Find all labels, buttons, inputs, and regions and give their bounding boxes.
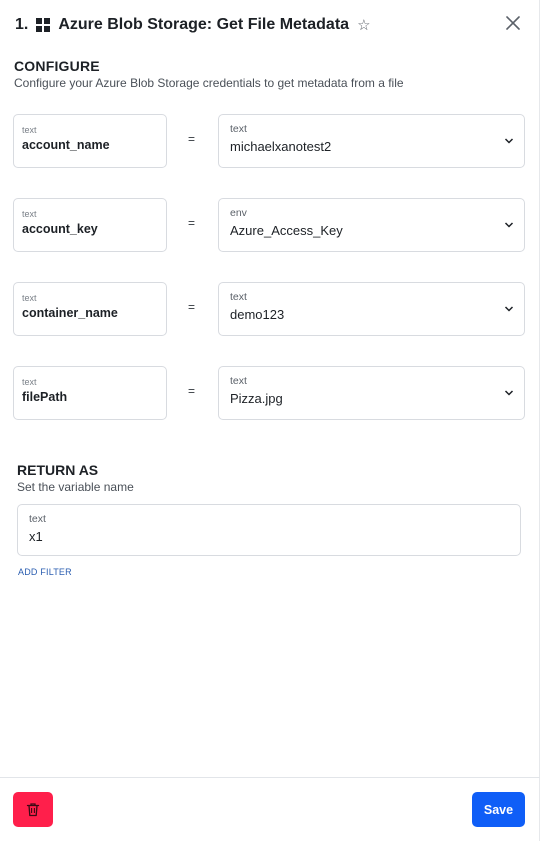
footer-divider xyxy=(0,777,540,778)
equals-operator: = xyxy=(188,384,196,398)
param-value-type: text xyxy=(230,291,247,303)
delete-button[interactable] xyxy=(13,792,53,827)
param-name-value: container_name xyxy=(22,306,118,320)
trash-icon xyxy=(26,803,40,817)
param-value-select[interactable]: text demo123 xyxy=(218,282,525,336)
function-panel: 1. Azure Blob Storage: Get File Metadata… xyxy=(0,0,540,841)
step-number: 1. xyxy=(15,16,29,33)
star-icon[interactable]: ☆ xyxy=(357,18,370,33)
chevron-down-icon[interactable] xyxy=(504,136,514,146)
save-button[interactable]: Save xyxy=(472,792,525,827)
param-value: Azure_Access_Key xyxy=(230,223,343,238)
param-name-field[interactable]: text filePath xyxy=(13,366,167,420)
param-name-type: text xyxy=(22,377,37,387)
param-row: text container_name = text demo123 xyxy=(13,282,525,336)
windows-icon xyxy=(36,18,51,32)
panel-header: 1. Azure Blob Storage: Get File Metadata… xyxy=(15,12,524,38)
param-name-value: account_key xyxy=(22,222,98,236)
param-value: demo123 xyxy=(230,307,285,322)
param-name-field[interactable]: text account_key xyxy=(13,198,167,252)
param-value-select[interactable]: text michaelxanotest2 xyxy=(218,114,525,168)
param-name-type: text xyxy=(22,125,37,135)
return-variable-value: x1 xyxy=(29,529,43,544)
return-variable-input[interactable]: text x1 xyxy=(17,504,521,556)
equals-operator: = xyxy=(188,300,196,314)
param-value-type: env xyxy=(230,207,247,219)
chevron-down-icon[interactable] xyxy=(504,304,514,314)
equals-operator: = xyxy=(188,216,196,230)
panel-title: Azure Blob Storage: Get File Metadata xyxy=(58,16,350,33)
chevron-down-icon[interactable] xyxy=(504,220,514,230)
param-value: michaelxanotest2 xyxy=(230,139,332,154)
param-name-field[interactable]: text account_name xyxy=(13,114,167,168)
configure-heading: CONFIGURE xyxy=(14,58,100,74)
param-name-value: account_name xyxy=(22,138,110,152)
param-name-type: text xyxy=(22,293,37,303)
param-name-type: text xyxy=(22,209,37,219)
param-row: text account_key = env Azure_Access_Key xyxy=(13,198,525,252)
return-as-description: Set the variable name xyxy=(17,480,134,494)
configure-description: Configure your Azure Blob Storage creden… xyxy=(14,76,404,90)
param-value: Pizza.jpg xyxy=(230,391,283,406)
param-value-select[interactable]: env Azure_Access_Key xyxy=(218,198,525,252)
param-value-select[interactable]: text Pizza.jpg xyxy=(218,366,525,420)
param-row: text filePath = text Pizza.jpg xyxy=(13,366,525,420)
chevron-down-icon[interactable] xyxy=(504,388,514,398)
return-variable-type: text xyxy=(29,513,46,525)
param-row: text account_name = text michaelxanotest… xyxy=(13,114,525,168)
return-as-heading: RETURN AS xyxy=(17,462,99,478)
close-icon[interactable] xyxy=(504,14,522,32)
param-value-type: text xyxy=(230,123,247,135)
equals-operator: = xyxy=(188,132,196,146)
param-name-field[interactable]: text container_name xyxy=(13,282,167,336)
add-filter-link[interactable]: ADD FILTER xyxy=(18,567,72,577)
param-value-type: text xyxy=(230,375,247,387)
param-name-value: filePath xyxy=(22,390,68,404)
